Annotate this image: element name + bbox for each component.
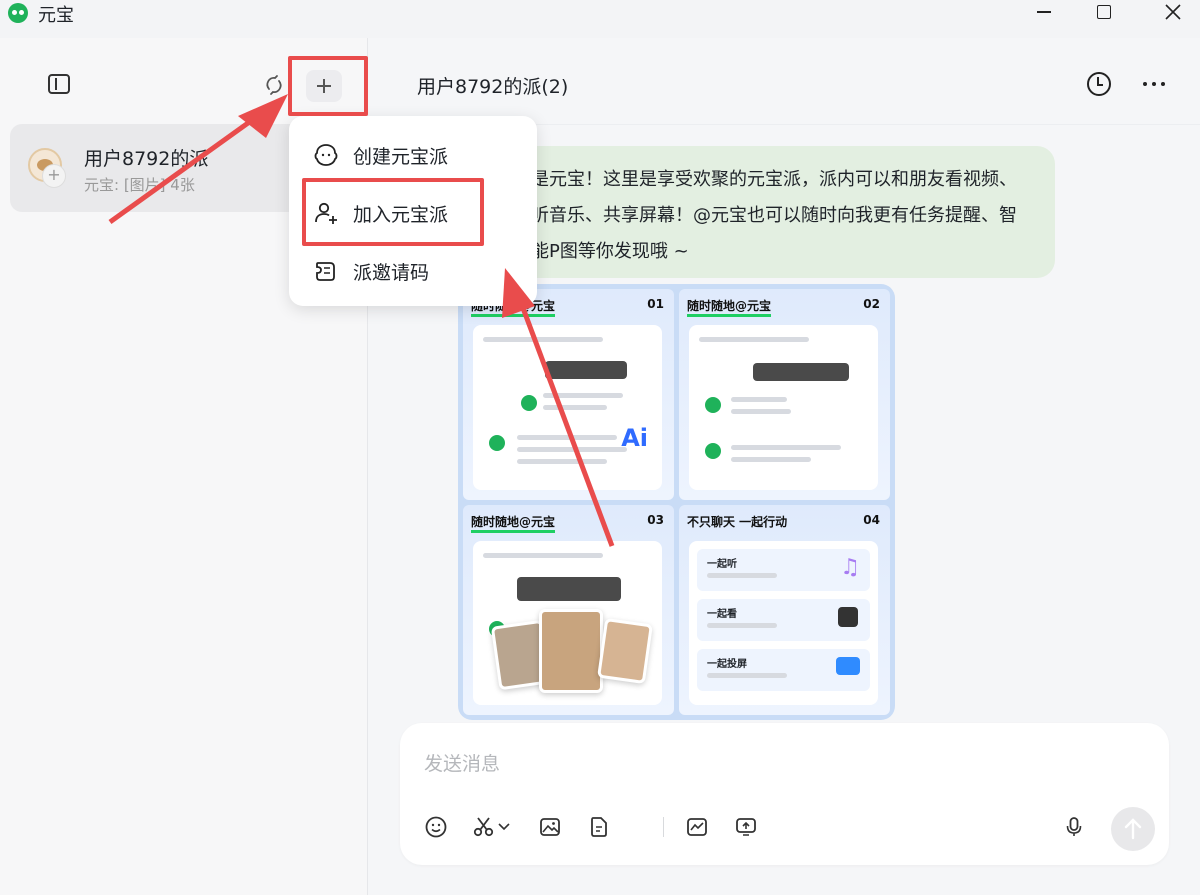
scissors-icon[interactable] [472,815,496,839]
card-body: 一起听 ♫ 一起看 一起投屏 [689,540,878,705]
toolbar-divider [663,817,664,837]
chevron-down-icon[interactable] [496,815,512,839]
more-options-icon[interactable] [1143,82,1165,87]
conversation-preview: 元宝: [图片] 4张 [84,176,195,194]
card-index: 03 [647,512,664,527]
menu-label: 创建元宝派 [353,146,449,168]
title-bar: 元宝 [0,0,1200,38]
image-card-3: 随时随地@元宝 03 [463,504,674,715]
cat-photo [539,608,603,693]
music-note-icon: ♫ [840,554,860,580]
message-bubble: 是元宝！这里是享受欢聚的元宝派，派内可以和朋友看视频、听音乐、共享屏幕！@元宝也… [461,146,1055,278]
chat-title: 用户8792的派(2) [417,76,569,98]
card-index: 04 [863,512,880,527]
create-group-icon [314,144,338,166]
menu-item-invite-code[interactable]: 派邀请码 [289,246,537,294]
app-logo-icon [8,3,28,23]
app-title: 元宝 [38,5,74,26]
screen-icon [836,656,860,675]
image-card-2: 随时随地@元宝 02 [679,289,890,500]
emoji-icon[interactable] [424,815,448,839]
minimize-icon [1037,11,1051,13]
card4-row-label: 一起看 [707,608,737,620]
conversation-title: 用户8792的派 [84,148,209,170]
card-index: 02 [863,297,880,311]
menu-label: 派邀请码 [353,262,430,284]
send-arrow-icon [1124,818,1142,840]
invite-code-icon [316,262,335,281]
join-group-icon [315,202,337,224]
refresh-icon[interactable] [262,72,288,98]
card-body [689,325,878,490]
sidebar-toggle-icon[interactable] [48,74,70,94]
message-image[interactable]: 随时随地@元宝 01 Ai 随时随地@元宝 02 随时随地@元宝 03 不只聊天… [458,284,895,720]
maximize-button[interactable] [1081,0,1127,24]
card-title: 随时随地@元宝 [687,297,772,317]
maximize-icon [1097,5,1111,19]
history-clock-icon[interactable] [1087,72,1111,96]
chart-image-icon[interactable] [685,815,709,839]
screen-share-icon[interactable] [734,815,758,839]
close-icon [1165,4,1181,20]
card-index: 01 [647,297,664,311]
add-group-menu: 创建元宝派 加入元宝派 派邀请码 [289,116,537,306]
film-icon [838,606,858,627]
new-group-button[interactable] [306,70,342,102]
card4-row-label: 一起投屏 [707,658,747,670]
document-icon[interactable] [587,815,611,839]
message-input[interactable] [424,749,1064,779]
message-composer [400,723,1169,865]
image-card-4: 不只聊天 一起行动 04 一起听 ♫ 一起看 一起投屏 [679,504,890,715]
close-button[interactable] [1150,0,1196,24]
card-body: Ai [473,325,662,490]
image-icon[interactable] [538,815,562,839]
card-title: 随时随地@元宝 [471,513,556,533]
card4-row-label: 一起听 [707,558,737,570]
microphone-icon[interactable] [1062,815,1086,839]
menu-label: 加入元宝派 [353,204,449,226]
ai-badge: Ai [621,423,648,452]
image-card-1: 随时随地@元宝 01 Ai [463,289,674,500]
card-title: 不只聊天 一起行动 [687,514,788,529]
menu-item-join-group[interactable]: 加入元宝派 [289,188,537,236]
send-button[interactable] [1111,807,1155,851]
card-body [473,540,662,705]
minimize-button[interactable] [1021,0,1067,24]
menu-item-create-group[interactable]: 创建元宝派 [289,130,537,178]
avatar-plus-badge: + [42,164,66,188]
cat-photo [597,617,653,684]
